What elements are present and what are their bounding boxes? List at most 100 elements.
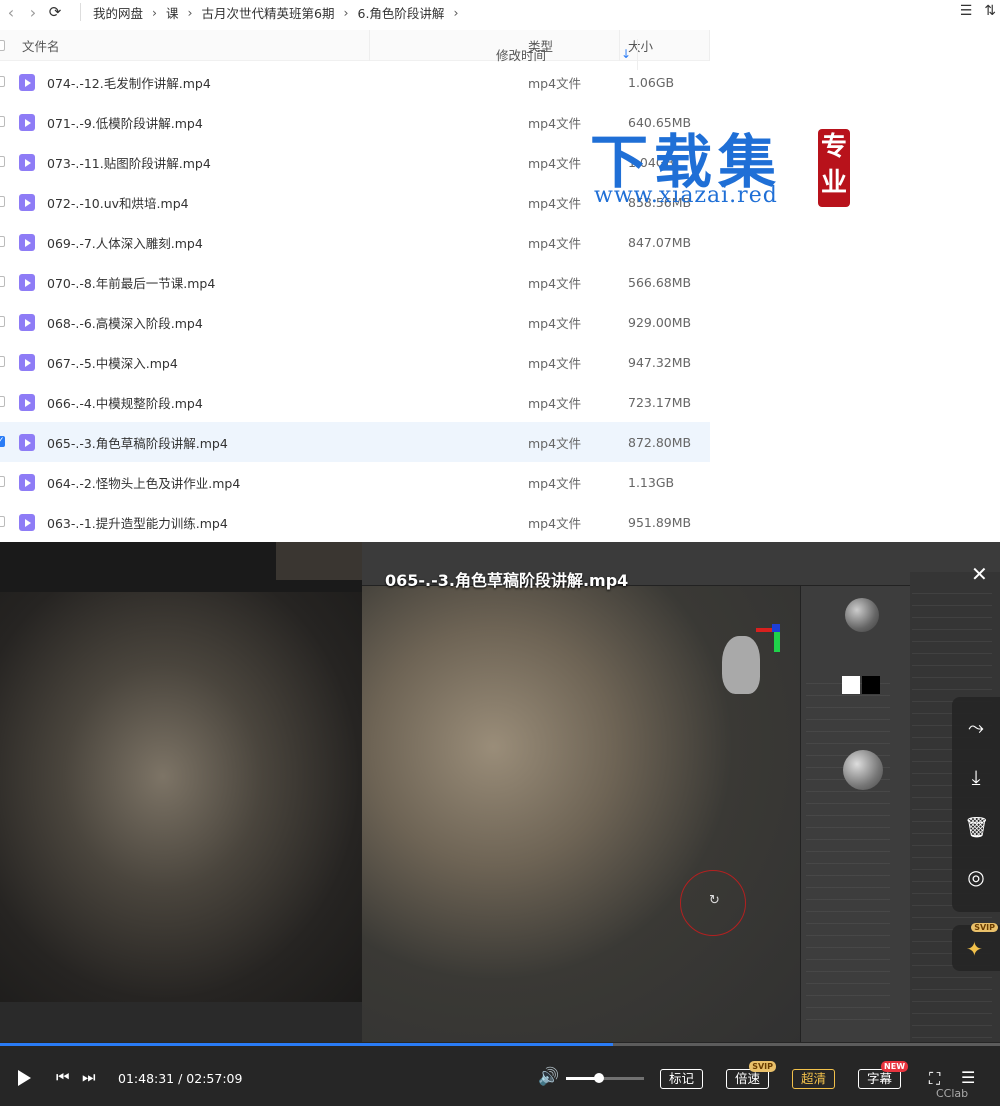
next-icon[interactable]: ⏭ (82, 1068, 96, 1086)
file-size: 951.89MB (628, 514, 692, 530)
file-name[interactable]: 070-.-8.年前最后一节课.mp4 (47, 273, 215, 292)
column-header-name[interactable]: 文件名 (0, 29, 370, 61)
head-thumbnail-icon (722, 636, 760, 694)
new-badge: NEW (881, 1061, 909, 1072)
pin-button[interactable]: ✦ SVIP (952, 923, 1000, 971)
video-file-icon (19, 234, 35, 251)
sort-order-icon[interactable]: ⇅ (984, 3, 996, 19)
file-name[interactable]: 063-.-1.提升造型能力训练.mp4 (47, 513, 228, 532)
select-all-checkbox[interactable] (0, 40, 5, 51)
video-file-icon (19, 194, 35, 211)
row-checkbox[interactable] (0, 476, 5, 487)
chevron-right-icon: › (453, 4, 459, 20)
video-sculpt-reference (0, 592, 362, 1002)
row-checkbox[interactable]: ✓ (0, 436, 5, 447)
file-name[interactable]: 064-.-2.怪物头上色及讲作业.mp4 (47, 473, 240, 492)
axis-gizmo-icon (756, 624, 784, 654)
breadcrumb-item[interactable]: 古月次世代精英班第6期 (202, 3, 335, 22)
file-size: 929.00MB (628, 314, 692, 330)
file-type: mp4文件 (528, 515, 582, 531)
forward-icon[interactable]: › (22, 3, 44, 22)
file-size: 872.80MB (628, 434, 692, 450)
speed-button[interactable]: 倍速 SVIP (726, 1061, 777, 1089)
row-checkbox[interactable] (0, 196, 5, 207)
column-header-modified-label: 修改时间 (496, 47, 547, 63)
file-row[interactable]: 070-.-8.年前最后一节课.mp4 mp4文件 566.68MB (0, 262, 710, 302)
video-player[interactable]: ↻ 065-.-3.角色草稿阶段讲解.mp4 ✕ ⤳ ⤓ 🗑 ◎ ✦ SVIP … (0, 542, 1000, 1106)
play-icon[interactable] (18, 1070, 31, 1086)
file-type: mp4文件 (528, 195, 582, 211)
row-checkbox[interactable] (0, 76, 5, 87)
file-row[interactable]: ✓ 065-.-3.角色草稿阶段讲解.mp4 mp4文件 872.80MB (0, 422, 710, 462)
row-checkbox[interactable] (0, 276, 5, 287)
breadcrumb-item[interactable]: 课 (166, 3, 179, 22)
video-file-icon (19, 114, 35, 131)
eye-icon[interactable]: ◎ (964, 865, 988, 889)
breadcrumb-item[interactable]: 6.角色阶段讲解 (358, 3, 445, 22)
volume-slider[interactable] (566, 1073, 644, 1083)
playlist-icon[interactable]: ☰ (961, 1068, 975, 1087)
file-name[interactable]: 066-.-4.中模规整阶段.mp4 (47, 393, 203, 412)
view-controls: ☰ ⇅ (960, 3, 996, 19)
file-name[interactable]: 073-.-11.贴图阶段讲解.mp4 (47, 153, 211, 172)
file-row[interactable]: 066-.-4.中模规整阶段.mp4 mp4文件 723.17MB (0, 382, 710, 422)
row-checkbox[interactable] (0, 316, 5, 327)
video-file-icon (19, 474, 35, 491)
close-icon[interactable]: ✕ (971, 562, 988, 586)
share-icon[interactable]: ⤳ (964, 715, 988, 739)
row-checkbox[interactable] (0, 396, 5, 407)
file-row[interactable]: 068-.-6.高模深入阶段.mp4 mp4文件 929.00MB (0, 302, 710, 342)
file-row[interactable]: 074-.-12.毛发制作讲解.mp4 mp4文件 1.06GB (0, 62, 710, 102)
mark-button[interactable]: 标记 (660, 1069, 704, 1089)
file-type: mp4文件 (528, 155, 582, 171)
watermark: 下载集 www.xiazai.red 专业 (588, 115, 858, 215)
back-icon[interactable]: ‹ (0, 3, 22, 22)
volume-icon[interactable]: 🔊 (538, 1067, 559, 1087)
file-size: 847.07MB (628, 234, 692, 250)
sort-list-icon[interactable]: ☰ (960, 3, 973, 19)
file-row[interactable]: 067-.-5.中模深入.mp4 mp4文件 947.32MB (0, 342, 710, 382)
subtitle-button[interactable]: 字幕 NEW (858, 1061, 909, 1089)
side-toolbar: ⤳ ⤓ 🗑 ◎ (952, 697, 1000, 912)
file-name[interactable]: 065-.-3.角色草稿阶段讲解.mp4 (47, 433, 228, 452)
video-file-icon (19, 514, 35, 531)
row-checkbox[interactable] (0, 116, 5, 127)
color-swatch-black (862, 676, 880, 694)
breadcrumb-item[interactable]: 我的网盘 (93, 3, 143, 22)
file-name[interactable]: 068-.-6.高模深入阶段.mp4 (47, 313, 203, 332)
material-sphere-icon (845, 598, 879, 632)
file-name[interactable]: 072-.-10.uv和烘培.mp4 (47, 193, 189, 212)
video-app-panel-rows (806, 672, 890, 1022)
file-type: mp4文件 (528, 355, 582, 371)
previous-icon[interactable]: ⏮ (56, 1068, 70, 1086)
file-name[interactable]: 067-.-5.中模深入.mp4 (47, 353, 178, 372)
progress-bar[interactable] (0, 1043, 1000, 1046)
svip-badge: SVIP (749, 1061, 777, 1072)
volume-knob[interactable] (593, 1073, 604, 1083)
refresh-icon[interactable]: ⟳ (44, 3, 66, 21)
row-checkbox[interactable] (0, 516, 5, 527)
watermark-seal: 专业 (818, 129, 850, 207)
video-file-icon (19, 74, 35, 91)
file-type: mp4文件 (528, 235, 582, 251)
row-checkbox[interactable] (0, 156, 5, 167)
download-icon[interactable]: ⤓ (964, 765, 988, 789)
fullscreen-icon[interactable]: ⛶ (929, 1069, 940, 1089)
delete-icon[interactable]: 🗑 (964, 815, 989, 839)
file-list-header: 文件名 修改时间 ↓ 类型 大小 (0, 29, 710, 70)
quality-button[interactable]: 超清 (792, 1069, 836, 1089)
file-name[interactable]: 071-.-9.低模阶段讲解.mp4 (47, 113, 203, 132)
video-file-icon (19, 154, 35, 171)
brand-logo: CClab (936, 1087, 969, 1100)
video-file-icon (19, 434, 35, 451)
file-size: 566.68MB (628, 274, 692, 290)
row-checkbox[interactable] (0, 356, 5, 367)
speed-button-label: 倍速 (735, 1071, 761, 1086)
svip-badge: SVIP (971, 923, 998, 932)
file-row[interactable]: 063-.-1.提升造型能力训练.mp4 mp4文件 951.89MB (0, 502, 710, 542)
file-row[interactable]: 064-.-2.怪物头上色及讲作业.mp4 mp4文件 1.13GB (0, 462, 710, 502)
file-row[interactable]: 069-.-7.人体深入雕刻.mp4 mp4文件 847.07MB (0, 222, 710, 262)
row-checkbox[interactable] (0, 236, 5, 247)
file-name[interactable]: 074-.-12.毛发制作讲解.mp4 (47, 73, 211, 92)
file-name[interactable]: 069-.-7.人体深入雕刻.mp4 (47, 233, 203, 252)
